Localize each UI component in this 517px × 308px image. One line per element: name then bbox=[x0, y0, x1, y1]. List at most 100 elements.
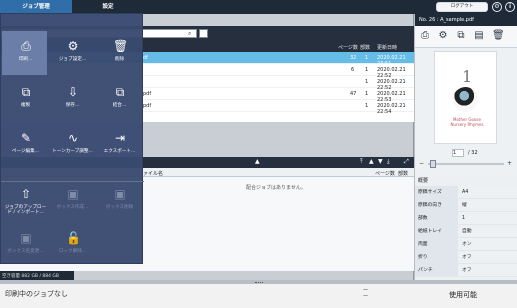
table-cell-name: pdf bbox=[143, 91, 152, 97]
page-list-icon[interactable]: ▤ bbox=[473, 30, 485, 42]
tab-job-management[interactable]: ジョブ管理 bbox=[0, 0, 72, 14]
property-row: 原稿の向き縦 bbox=[415, 199, 517, 212]
zoom-slider[interactable] bbox=[428, 163, 504, 165]
download-icon: ⇩ bbox=[67, 85, 79, 99]
menu-item-label: ジョブのアップロード / インポート... bbox=[4, 205, 47, 215]
job-settings-icon: ⚙ bbox=[67, 39, 79, 53]
property-row: 給紙トレイ 自動 bbox=[415, 225, 517, 238]
menu-item-page-edit[interactable]: ✎ ページ編集... bbox=[2, 126, 49, 162]
duplicate-icon[interactable]: ⧉ bbox=[455, 30, 467, 42]
trash-icon[interactable]: 🗑 bbox=[492, 30, 505, 42]
table-cell-copies: 1 bbox=[365, 79, 369, 85]
table-cell-copies: 1 bbox=[365, 103, 369, 109]
page-edit-icon: ✎ bbox=[20, 131, 32, 145]
job-settings-icon[interactable]: ⚙ bbox=[437, 30, 449, 42]
menu-item-label: トーンカーブ調整... bbox=[52, 149, 93, 154]
list-view-icon[interactable] bbox=[199, 29, 208, 38]
export-icon: ⇥ bbox=[114, 131, 126, 145]
property-value: A4 bbox=[462, 190, 469, 195]
menu-item-merge[interactable]: ⧉ 結合... bbox=[96, 80, 143, 116]
menu-item-upload-import[interactable]: ⇧ ジョブのアップロード / インポート... bbox=[2, 182, 49, 218]
box-delete-icon: ▣ bbox=[114, 187, 126, 201]
upload-import-icon: ⇧ bbox=[20, 187, 32, 201]
zoom-slider-thumb[interactable] bbox=[430, 160, 436, 168]
table-cell-name: pdf bbox=[143, 103, 152, 109]
tab-settings[interactable]: 設定 bbox=[72, 0, 144, 14]
property-name: 給紙トレイ bbox=[415, 225, 458, 238]
summary-heading: 概要 bbox=[415, 176, 517, 186]
property-value: 縦 bbox=[462, 203, 467, 208]
table-cell-pages: 47 bbox=[350, 91, 357, 97]
table-cell-pages: 32 bbox=[350, 55, 357, 61]
menu-item-label: ボックス名変更... bbox=[7, 249, 44, 254]
box-create-icon: ▣ bbox=[67, 187, 79, 201]
menu-item-box-create: ▣ ボックス作成... bbox=[49, 182, 96, 218]
menu-item-job-settings[interactable]: ⚙ ジョブ設定... bbox=[49, 34, 96, 70]
preview-illustration bbox=[453, 87, 478, 112]
menu-item-save[interactable]: ⇩ 保存... bbox=[49, 80, 96, 116]
menu-item-label: ページ編集... bbox=[11, 149, 40, 154]
print-icon[interactable]: ⎙ bbox=[419, 30, 431, 42]
table-cell-copies: 1 bbox=[365, 67, 369, 73]
property-row: 折り オフ bbox=[415, 251, 517, 264]
table-cell-pages: 6 bbox=[351, 67, 355, 73]
column-pages[interactable]: ページ数 bbox=[338, 44, 358, 51]
menu-item-export[interactable]: ⇥ エクスポート... bbox=[96, 126, 143, 162]
menu-item-delete[interactable]: 🗑 削除 bbox=[96, 34, 143, 70]
merge-icon: ⧉ bbox=[115, 85, 125, 99]
status-separator: — — bbox=[363, 287, 368, 299]
property-row: 両面 オン bbox=[415, 238, 517, 251]
move-bottom-icon[interactable]: ⤓ bbox=[387, 158, 390, 166]
search-icon[interactable]: ⌕ bbox=[188, 30, 191, 38]
move-top-icon[interactable]: ⤒ bbox=[360, 158, 363, 166]
property-row: 部数 1 bbox=[415, 212, 517, 225]
duplicate-icon: ⧉ bbox=[21, 85, 31, 99]
logout-button[interactable]: ログアウト bbox=[436, 2, 488, 12]
menu-item-label: 結合... bbox=[112, 103, 127, 108]
zoom-out-icon[interactable]: − bbox=[419, 160, 424, 167]
trash-icon: 🗑 bbox=[113, 39, 129, 53]
property-value: 1 bbox=[462, 216, 466, 221]
status-bar bbox=[0, 283, 517, 308]
preview-caption: Mother Goose Nursery Rhymes bbox=[450, 117, 484, 127]
menu-item-label: ボックス作成... bbox=[56, 205, 89, 210]
menu-item-label: ジョブ設定... bbox=[58, 57, 87, 62]
menu-item-tone-curve[interactable]: ∿ トーンカーブ調整... bbox=[49, 126, 96, 162]
menu-item-label: ロック解除... bbox=[58, 249, 87, 254]
table-cell-copies: 1 bbox=[365, 91, 369, 97]
property-value: オフ bbox=[462, 268, 472, 273]
page-number-field[interactable]: 1 bbox=[452, 149, 464, 157]
lower-column-pages[interactable]: ページ数 bbox=[375, 170, 395, 177]
property-value: オン bbox=[462, 242, 472, 247]
move-down-icon[interactable]: ▼ bbox=[378, 158, 383, 165]
collapse-up-icon[interactable]: ▲ bbox=[255, 158, 260, 165]
menu-item-label: 保存... bbox=[65, 103, 80, 108]
column-copies[interactable]: 部数 bbox=[360, 44, 370, 51]
lower-column-copies[interactable]: 部数 bbox=[398, 170, 408, 177]
empty-message: 配合ジョブはありません。 bbox=[246, 185, 306, 191]
menu-item-label: エクスポート... bbox=[103, 149, 136, 154]
print-status: 印刷中のジョブなし bbox=[5, 290, 68, 298]
menu-item-duplicate[interactable]: ⧉ 複製 bbox=[2, 80, 49, 116]
menu-item-box-rename: ▣ ボックス名変更... bbox=[2, 226, 49, 262]
summary-properties: 概要 原稿サイズ A4 原稿の向き縦 部数 1 給紙トレイ 自動 両面 オン 折り オフ … bbox=[415, 176, 517, 277]
menu-item-label: ボックス削除 bbox=[105, 205, 134, 210]
menu-item-box-delete: ▣ ボックス削除 bbox=[96, 182, 143, 218]
user-settings-icon[interactable]: ⚙ bbox=[492, 2, 502, 12]
printer-availability: 使用可能 bbox=[449, 291, 477, 299]
column-updated[interactable]: 更新日時 bbox=[377, 44, 397, 51]
move-up-icon[interactable]: ▲ bbox=[369, 158, 374, 165]
expand-icon[interactable]: ⤢ bbox=[404, 158, 409, 166]
unlock-icon: 🔓 bbox=[66, 231, 81, 245]
table-cell-name: df bbox=[143, 55, 148, 61]
table-cell-copies: 1 bbox=[365, 55, 369, 61]
zoom-in-icon[interactable]: + bbox=[507, 160, 512, 167]
preview-title: No. 26 : A_sample.pdf bbox=[415, 14, 517, 26]
info-icon[interactable]: i bbox=[505, 2, 515, 12]
property-name: パンチ bbox=[415, 264, 458, 277]
property-name: 原稿の向き bbox=[415, 199, 458, 212]
menu-item-label: 複製 bbox=[20, 103, 31, 108]
menu-item-print[interactable]: ⎙ 印刷... bbox=[2, 34, 49, 70]
document-preview[interactable]: 1 Mother Goose Nursery Rhymes bbox=[434, 51, 497, 144]
lower-column-name[interactable]: ァイル名 bbox=[143, 170, 163, 177]
